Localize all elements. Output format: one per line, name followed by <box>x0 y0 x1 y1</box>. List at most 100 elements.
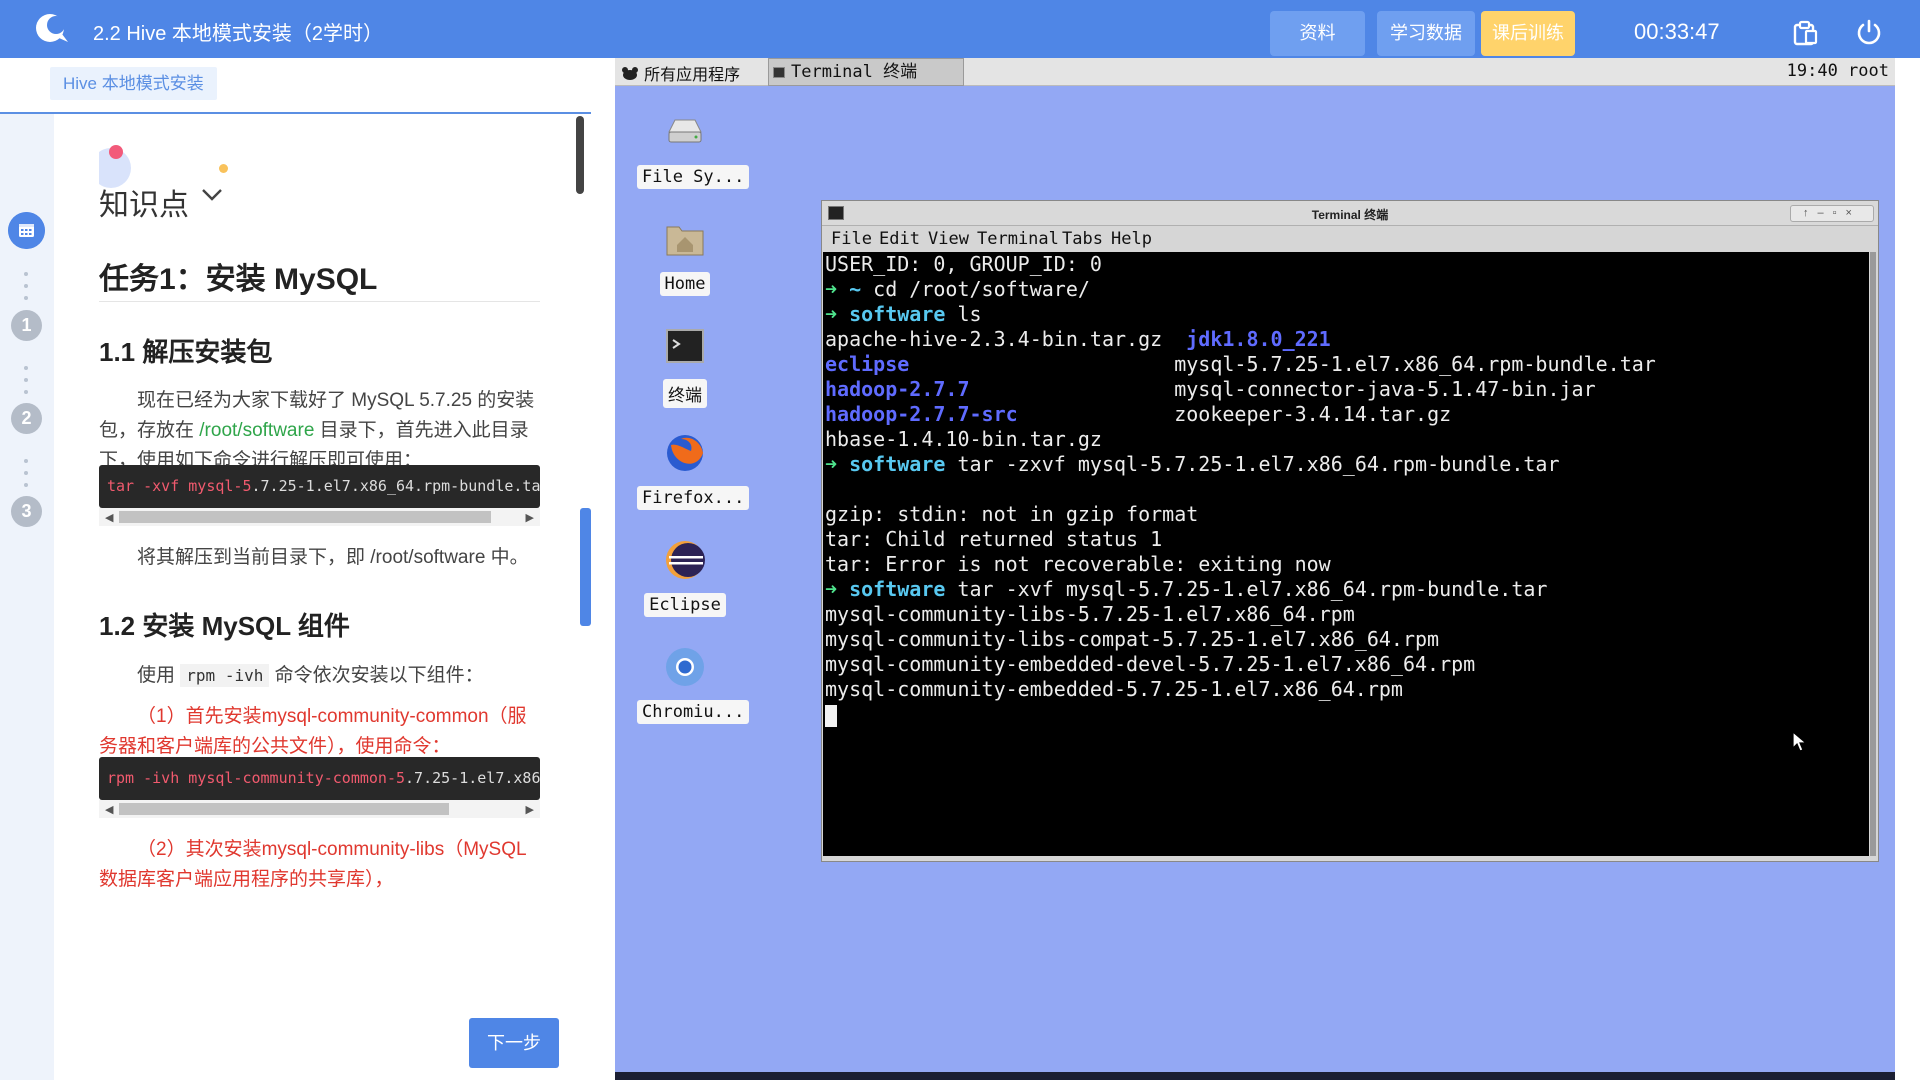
knowledge-point-heading[interactable]: 知识点 <box>99 180 189 224</box>
paragraph-text: 命令依次安装以下组件： <box>269 665 484 686</box>
taskbar-terminal-task[interactable]: Terminal 终端 <box>768 58 964 86</box>
chromium-icon <box>666 648 704 686</box>
rail-dot <box>24 284 28 288</box>
terminal-scrollbar[interactable] <box>1870 252 1876 856</box>
path-text: /root/software <box>199 420 315 441</box>
desktop-icon-firefox[interactable]: Firefox... <box>637 431 750 510</box>
step-2-marker[interactable]: 2 <box>11 403 42 434</box>
rail-dot <box>24 390 28 394</box>
desktop-icon-eclipse[interactable]: Eclipse <box>637 538 733 617</box>
ls-entry: mysql-5.7.25-1.el7.x86_64.rpm-bundle.tar <box>1174 352 1656 376</box>
code-keyword: rpm -ivh mysql-community-common-5 <box>107 769 406 787</box>
scroll-thumb[interactable] <box>119 511 491 523</box>
section-tab[interactable]: Hive 本地模式安装 <box>50 67 217 100</box>
terminal-line: mysql-community-libs-5.7.25-1.el7.x86_64… <box>825 602 1355 626</box>
terminal-output[interactable]: USER_ID: 0, GROUP_ID: 0 ➜ ~ cd /root/soft… <box>823 252 1869 856</box>
ls-dir-entry: eclipse <box>825 352 910 376</box>
section-heading-1-2: 1.2 安装 MySQL 组件 <box>99 611 350 641</box>
prompt-arrow: ➜ <box>825 452 838 476</box>
icon-label: Firefox... <box>637 486 750 510</box>
menu-terminal[interactable]: Terminal <box>977 229 1059 249</box>
instruction-panel: Hive 本地模式安装 1 2 3 知识点 任务1：安装 MySQL 1.1 解… <box>0 58 615 1080</box>
code-scrollbar[interactable]: ◀ ▶ <box>99 508 540 526</box>
desktop-bottom-bar <box>615 1072 1895 1080</box>
terminal-line: ➜ software tar -xvf mysql-5.7.25-1.el7.x… <box>825 577 1869 602</box>
menu-tabs[interactable]: Tabs <box>1062 229 1103 249</box>
terminal-title: Terminal 终端 <box>1311 208 1389 222</box>
ls-entry: mysql-connector-java-5.1.47-bin.jar <box>1174 377 1596 401</box>
terminal-icon <box>773 67 785 78</box>
drive-icon <box>668 119 702 143</box>
step-3-marker[interactable]: 3 <box>11 496 42 527</box>
paragraph-text: 使用 <box>137 665 181 686</box>
terminal-line: hbase-1.4.10-bin.tar.gz <box>825 427 1102 451</box>
terminal-line: gzip: stdin: not in gzip format <box>825 502 1199 526</box>
scroll-thumb[interactable] <box>119 803 449 815</box>
terminal-line: eclipse mysql-5.7.25-1.el7.x86_64.rpm-bu… <box>825 352 1869 377</box>
desktop-icon-terminal[interactable]: 终端 <box>637 324 733 408</box>
prompt-arrow: ➜ <box>825 577 838 601</box>
code-scrollbar[interactable]: ◀ ▶ <box>99 800 540 818</box>
icon-label: 终端 <box>663 379 707 408</box>
scroll-thumb[interactable] <box>1870 252 1876 856</box>
terminal-line: hadoop-2.7.7 mysql-connector-java-5.1.47… <box>825 377 1869 402</box>
materials-button[interactable]: 资料 <box>1270 11 1365 56</box>
collapse-panel-handle[interactable] <box>580 508 591 626</box>
code-text: .7.25-1.el7.x86_64.rpm <box>405 769 540 787</box>
desktop-icon-filesystem[interactable]: File Sy... <box>637 110 750 189</box>
inline-code: rpm -ivh <box>180 664 270 687</box>
text-cursor <box>825 704 837 727</box>
scroll-right-icon[interactable]: ▶ <box>526 803 534 816</box>
terminal-window[interactable]: Terminal 终端 ↑–▫× File Edit View Terminal… <box>821 200 1879 862</box>
menu-view[interactable]: View <box>928 229 969 249</box>
command-text: ls <box>945 302 982 326</box>
ls-entry: apache-hive-2.3.4-bin.tar.gz <box>825 327 1187 351</box>
ls-dir-entry: jdk1.8.0_221 <box>1186 327 1331 351</box>
applications-menu[interactable]: 所有应用程序 <box>621 61 740 85</box>
window-controls[interactable]: ↑–▫× <box>1790 205 1874 222</box>
next-step-button[interactable]: 下一步 <box>469 1018 559 1068</box>
mouse-logo-icon <box>622 67 638 80</box>
code-text: .7.25-1.el7.x86_64.rpm-bundle.tar <box>251 477 541 495</box>
menu-file[interactable]: File <box>831 229 872 249</box>
learning-data-button[interactable]: 学习数据 <box>1377 11 1475 56</box>
decoration-bubble <box>109 145 123 159</box>
power-icon[interactable] <box>1855 18 1883 46</box>
menu-edit[interactable]: Edit <box>879 229 920 249</box>
terminal-titlebar[interactable]: Terminal 终端 ↑–▫× <box>822 201 1878 226</box>
command-text: cd /root/software/ <box>861 277 1090 301</box>
ls-entry: zookeeper-3.4.14.tar.gz <box>1174 402 1452 426</box>
code-keyword: tar -xvf mysql-5 <box>107 477 252 495</box>
desktop-icon-home[interactable]: Home <box>637 217 733 296</box>
terminal-line: mysql-community-libs-compat-5.7.25-1.el7… <box>825 627 1440 651</box>
scroll-left-icon[interactable]: ◀ <box>105 803 113 816</box>
paragraph-extract-location: 将其解压到当前目录下，即 /root/software 中。 <box>137 547 529 568</box>
eclipse-icon <box>666 541 705 579</box>
code-block-rpm-common[interactable]: rpm -ivh mysql-community-common-5.7.25-1… <box>99 757 540 800</box>
rail-dot <box>24 483 28 487</box>
command-text: tar -xvf mysql-5.7.25-1.el7.x86_64.rpm-b… <box>945 577 1548 601</box>
prompt-cwd: software <box>849 302 946 326</box>
code-block-tar[interactable]: tar -xvf mysql-5.7.25-1.el7.x86_64.rpm-b… <box>99 465 540 508</box>
icon-label: Eclipse <box>644 593 726 617</box>
content-scrollbar[interactable] <box>576 116 584 194</box>
terminal-line: hadoop-2.7.7-src zookeeper-3.4.14.tar.gz <box>825 402 1869 427</box>
prompt-cwd: software <box>849 452 946 476</box>
step-rail: 1 2 3 <box>0 114 54 1080</box>
scroll-left-icon[interactable]: ◀ <box>105 511 113 524</box>
prompt-arrow: ➜ <box>825 302 838 326</box>
chevron-down-icon[interactable] <box>201 188 223 202</box>
paragraph-unpack: 现在已经为大家下载好了 MySQL 5.7.25 的安装包，存放在 /root/… <box>99 386 540 476</box>
after-class-training-button[interactable]: 课后训练 <box>1481 11 1575 56</box>
calendar-icon[interactable] <box>8 212 45 249</box>
scroll-right-icon[interactable]: ▶ <box>526 511 534 524</box>
command-text: tar -zxvf mysql-5.7.25-1.el7.x86_64.rpm-… <box>945 452 1560 476</box>
task-title: 任务1：安装 MySQL <box>99 263 378 296</box>
terminal-menubar: File Edit View Terminal Tabs Help <box>822 227 1878 251</box>
step-1-instruction: （1）首先安装mysql-community-common（服务器和客户端库的公… <box>99 706 527 757</box>
menu-help[interactable]: Help <box>1111 229 1152 249</box>
step-1-marker[interactable]: 1 <box>11 310 42 341</box>
desktop-icon-chromium[interactable]: Chromiu... <box>637 645 750 724</box>
clipboard-icon[interactable] <box>1791 19 1819 47</box>
